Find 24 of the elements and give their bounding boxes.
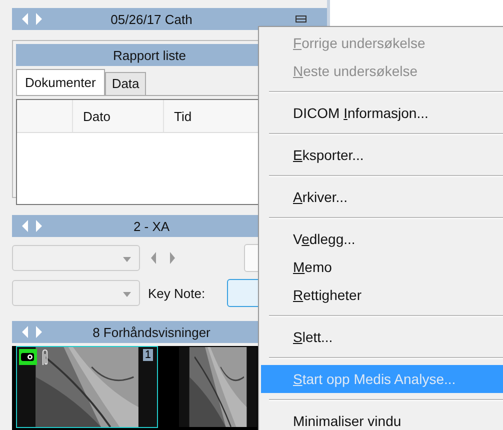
series-title: 2 - XA bbox=[133, 218, 171, 234]
thumbnail[interactable]: 1 bbox=[16, 346, 158, 428]
column-header[interactable]: Dato bbox=[72, 100, 163, 132]
study-title: 05/26/17 Cath bbox=[110, 12, 194, 26]
camera-icon bbox=[19, 349, 37, 365]
column-header[interactable]: Tid bbox=[163, 100, 254, 132]
menu-item[interactable]: Rettigheter bbox=[261, 281, 503, 309]
menu-item[interactable]: DICOM Informasjon... bbox=[261, 99, 503, 127]
previews-title: 8 Forhåndsvisninger bbox=[92, 324, 212, 340]
menu-item[interactable]: Memo bbox=[261, 253, 503, 281]
paperclip-icon bbox=[41, 349, 49, 367]
dropdown[interactable] bbox=[12, 280, 140, 306]
report-list-title: Rapport liste bbox=[113, 48, 187, 62]
menu-item[interactable]: Slett... bbox=[261, 323, 503, 351]
menu-item[interactable]: Vedlegg... bbox=[261, 225, 503, 253]
key-note-label: Key Note: bbox=[148, 286, 206, 300]
image-number: 1 bbox=[142, 349, 153, 361]
dropdown[interactable] bbox=[12, 245, 140, 271]
tab[interactable]: Data bbox=[104, 72, 146, 95]
menu-item[interactable]: Eksporter... bbox=[261, 141, 503, 169]
menu-item[interactable]: Arkiver... bbox=[261, 183, 503, 211]
menu-item[interactable]: Minimaliser vindu bbox=[261, 407, 503, 430]
tab[interactable]: Dokumenter bbox=[16, 69, 105, 95]
previous-next-icon[interactable] bbox=[148, 251, 178, 265]
